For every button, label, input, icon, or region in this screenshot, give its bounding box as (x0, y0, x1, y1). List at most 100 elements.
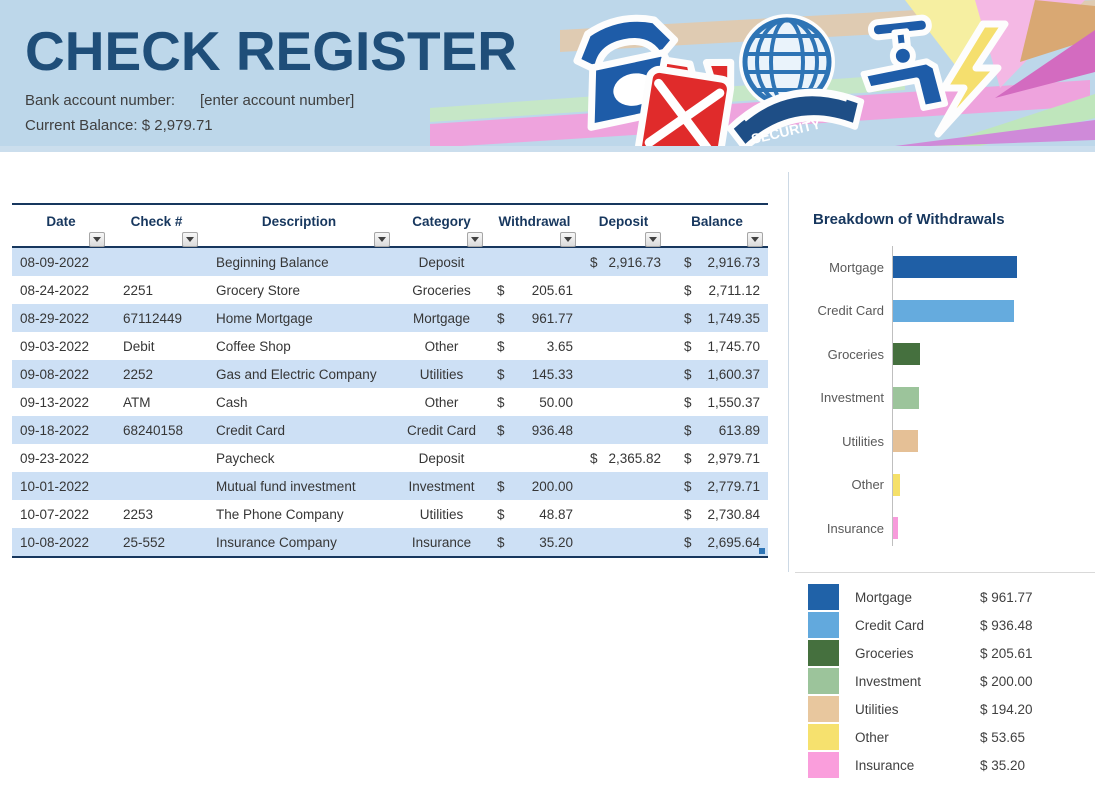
table-row: 09-18-2022 68240158 Credit Card Credit C… (12, 416, 768, 444)
cell-balance[interactable]: $ 2,979.71 (666, 451, 768, 466)
withdrawal-amount: 48.87 (539, 507, 573, 522)
cell-check[interactable]: 68240158 (110, 423, 203, 438)
cell-category[interactable]: Utilities (395, 507, 488, 522)
cell-balance[interactable]: $ 1,749.35 (666, 311, 768, 326)
cell-deposit[interactable]: $ 2,916.73 (581, 255, 666, 270)
cell-balance[interactable]: $ 2,711.12 (666, 283, 768, 298)
cell-balance[interactable]: $ 2,730.84 (666, 507, 768, 522)
cell-category[interactable]: Groceries (395, 283, 488, 298)
cell-check[interactable]: 25-552 (110, 535, 203, 550)
cell-description[interactable]: Home Mortgage (203, 311, 395, 326)
cell-balance[interactable]: $ 2,779.71 (666, 479, 768, 494)
currency-sign: $ (684, 255, 692, 270)
table-row: 08-09-2022 Beginning Balance Deposit $ 2… (12, 248, 768, 276)
legend-label: Groceries (855, 646, 980, 661)
cell-date[interactable]: 09-08-2022 (12, 367, 110, 382)
cell-withdrawal[interactable]: $ 200.00 (488, 479, 581, 494)
cell-category[interactable]: Deposit (395, 255, 488, 270)
cell-date[interactable]: 08-09-2022 (12, 255, 110, 270)
filter-button-deposit[interactable] (645, 232, 661, 247)
cell-date[interactable]: 10-08-2022 (12, 535, 110, 550)
cell-date[interactable]: 09-13-2022 (12, 395, 110, 410)
cell-category[interactable]: Investment (395, 479, 488, 494)
filter-button-withdrawal[interactable] (560, 232, 576, 247)
balance-amount: 2,695.64 (707, 535, 760, 550)
cell-balance[interactable]: $ 2,695.64 (666, 535, 768, 550)
cell-category[interactable]: Insurance (395, 535, 488, 550)
currency-sign: $ (497, 423, 505, 438)
cell-date[interactable]: 08-24-2022 (12, 283, 110, 298)
cell-check[interactable]: 2251 (110, 283, 203, 298)
cell-category[interactable]: Credit Card (395, 423, 488, 438)
cell-check[interactable]: 2252 (110, 367, 203, 382)
cell-category[interactable]: Utilities (395, 367, 488, 382)
cell-balance[interactable]: $ 1,745.70 (666, 339, 768, 354)
currency-sign: $ (497, 311, 505, 326)
account-number-field[interactable]: [enter account number] (200, 92, 354, 109)
withdrawal-amount: 3.65 (547, 339, 573, 354)
filter-button-description[interactable] (374, 232, 390, 247)
cell-date[interactable]: 10-07-2022 (12, 507, 110, 522)
cell-withdrawal[interactable]: $ 48.87 (488, 507, 581, 522)
cell-balance[interactable]: $ 2,916.73 (666, 255, 768, 270)
table-row: 09-13-2022 ATM Cash Other $ 50.00 $ 1,55… (12, 388, 768, 416)
filter-button-balance[interactable] (747, 232, 763, 247)
chart-category-label: Utilities (795, 434, 884, 449)
cell-check[interactable]: 2253 (110, 507, 203, 522)
table-resize-handle[interactable] (759, 548, 765, 554)
legend-label: Utilities (855, 702, 980, 717)
legend-color-swatch (808, 668, 839, 694)
cell-description[interactable]: Insurance Company (203, 535, 395, 550)
withdrawal-amount: 145.33 (532, 367, 573, 382)
chart-bar (893, 517, 898, 539)
cell-balance[interactable]: $ 1,600.37 (666, 367, 768, 382)
cell-date[interactable]: 09-23-2022 (12, 451, 110, 466)
cell-balance[interactable]: $ 613.89 (666, 423, 768, 438)
filter-button-date[interactable] (89, 232, 105, 247)
cell-description[interactable]: Coffee Shop (203, 339, 395, 354)
cell-date[interactable]: 10-01-2022 (12, 479, 110, 494)
cell-category[interactable]: Mortgage (395, 311, 488, 326)
chart-bar (893, 387, 919, 409)
cell-category[interactable]: Other (395, 395, 488, 410)
cell-description[interactable]: Cash (203, 395, 395, 410)
cell-date[interactable]: 08-29-2022 (12, 311, 110, 326)
chart-category-label: Groceries (795, 347, 884, 362)
cell-description[interactable]: Paycheck (203, 451, 395, 466)
cell-check[interactable]: Debit (110, 339, 203, 354)
cell-withdrawal[interactable]: $ 961.77 (488, 311, 581, 326)
cell-withdrawal[interactable]: $ 3.65 (488, 339, 581, 354)
currency-sign: $ (497, 339, 505, 354)
currency-sign: $ (684, 311, 692, 326)
withdrawal-amount: 961.77 (532, 311, 573, 326)
table-row: 09-23-2022 Paycheck Deposit $ 2,365.82 $ (12, 444, 768, 472)
cell-description[interactable]: Credit Card (203, 423, 395, 438)
filter-dropdown-icon (649, 237, 657, 242)
cell-withdrawal[interactable]: $ 35.20 (488, 535, 581, 550)
cell-category[interactable]: Deposit (395, 451, 488, 466)
cell-description[interactable]: Beginning Balance (203, 255, 395, 270)
table-row: 10-07-2022 2253 The Phone Company Utilit… (12, 500, 768, 528)
cell-deposit[interactable]: $ 2,365.82 (581, 451, 666, 466)
cell-description[interactable]: Grocery Store (203, 283, 395, 298)
cell-check[interactable]: ATM (110, 395, 203, 410)
cell-withdrawal[interactable]: $ 50.00 (488, 395, 581, 410)
legend-label: Other (855, 730, 980, 745)
filter-button-check[interactable] (182, 232, 198, 247)
cell-category[interactable]: Other (395, 339, 488, 354)
cell-withdrawal[interactable]: $ 145.33 (488, 367, 581, 382)
cell-check[interactable]: 67112449 (110, 311, 203, 326)
table-body: 08-09-2022 Beginning Balance Deposit $ 2… (12, 248, 768, 558)
cell-description[interactable]: The Phone Company (203, 507, 395, 522)
cell-description[interactable]: Gas and Electric Company (203, 367, 395, 382)
balance-amount: 2,979.71 (707, 451, 760, 466)
cell-date[interactable]: 09-18-2022 (12, 423, 110, 438)
chart-title: Breakdown of Withdrawals (813, 211, 1005, 228)
filter-button-category[interactable] (467, 232, 483, 247)
cell-date[interactable]: 09-03-2022 (12, 339, 110, 354)
withdrawal-amount: 35.20 (539, 535, 573, 550)
cell-withdrawal[interactable]: $ 205.61 (488, 283, 581, 298)
cell-balance[interactable]: $ 1,550.37 (666, 395, 768, 410)
cell-description[interactable]: Mutual fund investment (203, 479, 395, 494)
cell-withdrawal[interactable]: $ 936.48 (488, 423, 581, 438)
